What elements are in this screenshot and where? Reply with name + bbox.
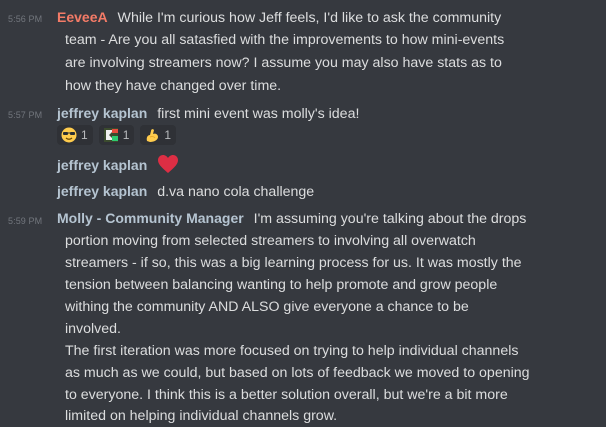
message-text-line: limited on helping individual channels g… — [65, 408, 338, 424]
message-text-line: While I'm curious how Jeff feels, I'd li… — [117, 10, 502, 26]
message-jeffrey-dva: jeffrey kaplan d.va nano cola challenge — [57, 180, 314, 203]
message-text-line: portion moving from selected streamers t… — [65, 233, 476, 249]
author-name[interactable]: EeveeA — [57, 9, 108, 25]
author-name[interactable]: jeffrey kaplan — [57, 183, 147, 199]
message-text-line: are involving streamers now? I assume yo… — [65, 55, 502, 71]
message-first-line: Molly - Community Manager I'm assuming y… — [57, 207, 526, 230]
message-text-line: The first iteration was more focused on … — [65, 343, 519, 359]
message-text-line: involved. — [65, 321, 121, 337]
red-heart-icon — [157, 154, 179, 174]
message-text-line: d.va nano cola challenge — [157, 184, 315, 200]
author-name[interactable]: jeffrey kaplan — [57, 105, 147, 121]
reaction-count: 1 — [81, 128, 88, 142]
author-name[interactable]: Molly - Community Manager — [57, 210, 244, 226]
message-text-line: I'm assuming you're talking about the dr… — [253, 211, 527, 227]
message-jeffrey-heart: jeffrey kaplan — [57, 154, 179, 177]
custom-emoji-icon — [103, 127, 119, 143]
message-timestamp: 5:56 PM — [8, 14, 43, 24]
reaction-sunglasses[interactable]: 1 — [57, 125, 93, 145]
message-timestamp: 5:59 PM — [8, 216, 43, 226]
message-timestamp: 5:57 PM — [8, 110, 43, 120]
message-text-line: team - Are you all satasfied with the im… — [65, 32, 505, 48]
reaction-custom[interactable]: 1 — [98, 125, 135, 145]
reaction-bicep[interactable]: 1 — [140, 125, 177, 145]
message-text-line: withing the community AND ALSO give ever… — [65, 299, 469, 315]
message-first-line: jeffrey kaplan first mini event was moll… — [57, 102, 359, 125]
reaction-count: 1 — [164, 128, 172, 142]
message-text-line: first mini event was molly's idea! — [157, 106, 360, 122]
message-text-line: how they have changed over time. — [65, 78, 282, 94]
reaction-count: 1 — [122, 128, 130, 142]
flexed-bicep-icon — [144, 127, 160, 143]
message-first-line: EeveeA While I'm curious how Jeff feels,… — [57, 6, 501, 29]
message-text-line: tension between balancing wanting to hel… — [65, 277, 498, 293]
message-text-line: to everyone. I think this is a better so… — [65, 387, 508, 403]
reaction-bar: 1 1 1 — [57, 125, 177, 147]
message-text-line: as much as we could, but based on lots o… — [65, 365, 530, 381]
sunglasses-face-icon — [61, 127, 77, 143]
author-name[interactable]: jeffrey kaplan — [57, 157, 147, 173]
message-text-line: streamers - if so, this was a big learni… — [65, 255, 522, 271]
